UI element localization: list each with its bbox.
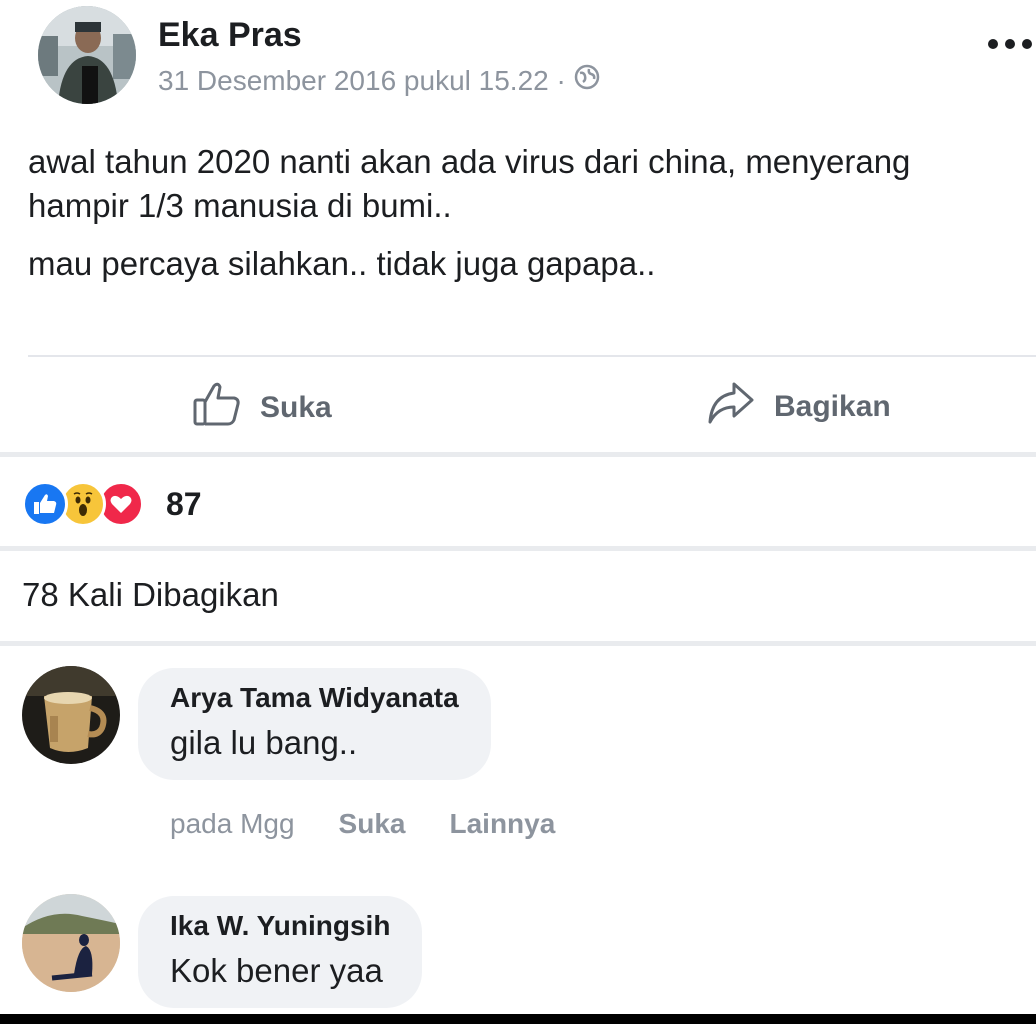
commenter-avatar[interactable] [22,666,120,764]
section-separator [0,452,1036,457]
post-text-line: awal tahun 2020 nanti akan ada virus dar… [28,143,911,180]
globe-icon [574,64,600,97]
like-reaction-icon [22,481,68,527]
like-label: Suka [260,391,332,424]
post-timestamp[interactable]: 31 Desember 2016 pukul 15.22 · [158,65,566,97]
screen-bottom-edge [0,1014,1036,1024]
like-button[interactable]: Suka [192,380,332,436]
author-avatar[interactable] [38,6,136,104]
commenter-name[interactable]: Arya Tama Widyanata [170,682,459,714]
section-separator [0,641,1036,646]
post-actions: Suka Bagikan [0,360,1036,452]
comment-actions: pada Mgg Suka Lainnya [170,808,555,840]
comment-text: Kok bener yaa [170,952,383,989]
comment-bubble: Ika W. Yuningsih Kok bener yaa [138,896,423,1008]
comment-more-button[interactable]: Lainnya [449,808,555,840]
comment-text: gila lu bang.. [170,724,358,761]
post-text: awal tahun 2020 nanti akan ada virus dar… [28,140,1036,300]
divider [28,355,1036,357]
comment-bubble: Arya Tama Widyanata gila lu bang.. [138,668,491,780]
share-button[interactable]: Bagikan [706,380,891,434]
comment-like-button[interactable]: Suka [339,808,406,840]
reaction-count: 87 [166,485,202,522]
more-options-button[interactable] [988,34,1032,54]
reactions-summary[interactable]: 87 [22,476,202,532]
commenter-name[interactable]: Ika W. Yuningsih [170,910,390,942]
share-arrow-icon [706,380,756,434]
author-name[interactable]: Eka Pras [158,16,302,55]
post-text-line: mau percaya silahkan.. tidak juga gapapa… [28,245,656,282]
commenter-avatar[interactable] [22,894,120,992]
share-label: Bagikan [774,390,891,423]
post-meta: 31 Desember 2016 pukul 15.22 · [158,64,600,97]
more-dots-icon [988,39,998,49]
share-count[interactable]: 78 Kali Dibagikan [22,576,279,614]
thumbs-up-icon [192,380,242,436]
post-text-line: hampir 1/3 manusia di bumi.. [28,187,452,224]
section-separator [0,546,1036,551]
comment-time: pada Mgg [170,808,295,839]
post-header: Eka Pras 31 Desember 2016 pukul 15.22 · [0,0,1036,120]
